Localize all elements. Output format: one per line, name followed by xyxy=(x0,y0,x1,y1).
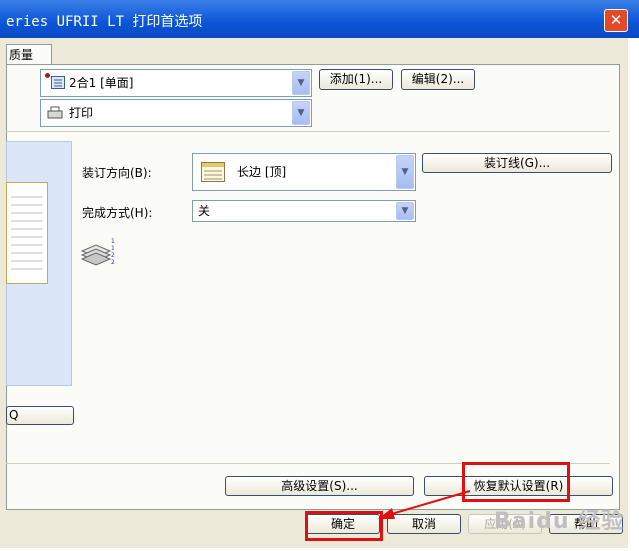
svg-text:2: 2 xyxy=(111,259,115,266)
annotation-arrow xyxy=(378,490,471,519)
binding-long-edge-icon xyxy=(201,162,225,182)
chevron-down-icon[interactable]: ▼ xyxy=(396,155,414,189)
finishing-value: 关 xyxy=(198,204,211,218)
edit-button[interactable]: 编辑(2)... xyxy=(401,69,475,90)
add-button[interactable]: 添加(1)... xyxy=(319,69,393,90)
profile-icon xyxy=(51,76,65,89)
finishing-dropdown[interactable]: 关 ▼ xyxy=(192,200,416,222)
finishing-stack-icon: 1 1 2 2 xyxy=(80,233,120,271)
page-preview xyxy=(6,182,48,284)
chevron-down-icon[interactable]: ▼ xyxy=(292,101,310,125)
output-method-dropdown[interactable]: 打印 ▼ xyxy=(40,99,312,127)
binding-label: 装订方向(B): xyxy=(82,166,152,180)
profile-dropdown[interactable]: 2合1 [单面] ▼ xyxy=(40,69,312,97)
svg-text:1: 1 xyxy=(111,245,115,252)
binding-dropdown[interactable]: 长边 [顶] ▼ xyxy=(192,153,416,191)
tab-quality[interactable]: 质量 xyxy=(6,44,52,65)
binding-value: 长边 [顶] xyxy=(237,165,287,179)
svg-text:2: 2 xyxy=(111,252,115,259)
profile-value: 2合1 [单面] xyxy=(69,76,134,90)
gutter-button[interactable]: 装订线(G)... xyxy=(422,153,612,173)
window-title: eries UFRII LT 打印首选项 xyxy=(6,14,203,30)
printer-icon xyxy=(47,106,63,120)
close-button[interactable]: ✕ xyxy=(604,9,628,32)
preview-toggle-button[interactable]: Q xyxy=(6,406,74,425)
profile-marker-icon xyxy=(45,73,50,78)
chevron-down-icon[interactable]: ▼ xyxy=(396,202,414,220)
chevron-down-icon[interactable]: ▼ xyxy=(292,71,310,95)
output-method-value: 打印 xyxy=(69,106,94,120)
watermark: Baidu 经验 xyxy=(494,509,625,534)
finishing-label: 完成方式(H): xyxy=(82,206,153,220)
torn-edge xyxy=(628,38,639,551)
separator xyxy=(6,131,610,132)
svg-text:1: 1 xyxy=(111,238,115,245)
